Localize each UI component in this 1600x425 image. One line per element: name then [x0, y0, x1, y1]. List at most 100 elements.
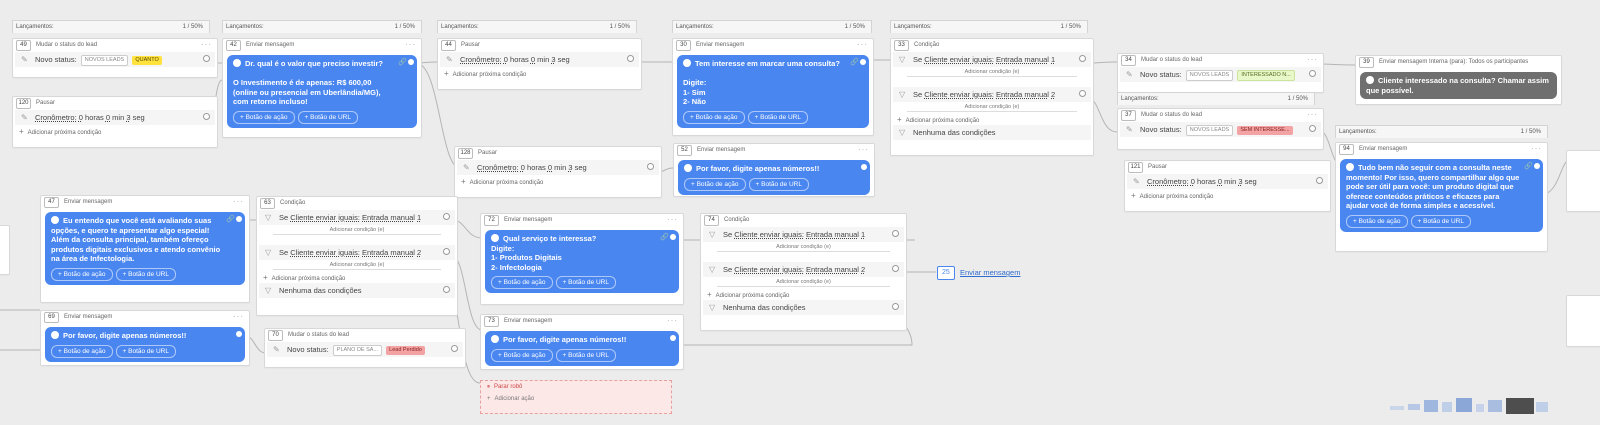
condition-row-2[interactable]: ▽ Se Cliente enviar iguais: Entrada manu… [259, 245, 455, 260]
more-icon[interactable]: ··· [1307, 108, 1318, 121]
condition-field[interactable]: Cliente enviar iguais: [924, 55, 994, 64]
output-port[interactable] [892, 303, 899, 310]
node-121[interactable]: 121 Pausar ✎ Cronômetro: 0 horas 0 min 3 … [1124, 160, 1331, 212]
add-url-button[interactable]: + Botão de URL [748, 177, 809, 191]
paperclip-icon[interactable]: 🔗 [850, 58, 859, 68]
add-action-button[interactable]: + Botão de ação [683, 110, 745, 124]
message-bubble[interactable]: Por favor, digite apenas números!! + Bot… [678, 160, 870, 195]
paperclip-icon[interactable]: 🔗 [1524, 162, 1533, 172]
condition-row-1[interactable]: ▽ Se Cliente enviar iguais: Entrada manu… [893, 52, 1091, 67]
add-url-button[interactable]: + Botão de URL [115, 344, 176, 358]
timer-hours[interactable]: 0 [521, 163, 525, 172]
add-action-button[interactable]: + Botão de ação [491, 276, 553, 289]
add-url-button[interactable]: + Botão de URL [297, 110, 358, 124]
timer-seconds[interactable]: 3 [1238, 177, 1242, 186]
output-port[interactable] [670, 234, 676, 240]
message-bubble[interactable]: Por favor, digite apenas números!! + Bot… [485, 331, 679, 366]
timer-minutes[interactable]: 0 [548, 163, 552, 172]
more-icon[interactable]: ··· [405, 38, 416, 51]
paperclip-icon[interactable]: 🔗 [398, 58, 407, 68]
output-port[interactable] [236, 216, 242, 222]
output-port[interactable] [443, 213, 450, 220]
add-action-button[interactable]: + Botão de ação [51, 344, 113, 358]
message-bubble[interactable]: 🔗 Dr. qual é o valor que preciso investi… [227, 55, 417, 128]
message-bubble[interactable]: 🔗 Eu entendo que você está avaliando sua… [45, 212, 245, 285]
output-port[interactable] [443, 248, 450, 255]
message-bubble[interactable]: 🔗 Tem interesse em marcar uma consulta? … [677, 55, 869, 128]
output-port[interactable] [670, 335, 676, 341]
timer-row[interactable]: ✎ Cronômetro: 0 horas 0 min 3 seg [15, 110, 215, 125]
paperclip-icon[interactable]: 🔗 [226, 215, 235, 225]
condition-field[interactable]: Cliente enviar iguais: [924, 90, 994, 99]
add-subcondition-button[interactable]: Adicionar condição (e) [907, 68, 1077, 77]
condition-number[interactable]: 2 [1051, 90, 1055, 99]
node-120[interactable]: 120 Pausar ✎ Cronômetro: 0 horas 0 min 3 … [12, 96, 218, 148]
timer-row[interactable]: ✎ Cronômetro: 0 horas 0 min 3 seg [1127, 174, 1328, 189]
minimap[interactable] [1390, 396, 1550, 416]
timer-minutes[interactable]: 0 [531, 55, 535, 64]
add-subcondition-button[interactable]: Adicionar condição (e) [273, 261, 441, 270]
condition-number[interactable]: 2 [861, 265, 865, 274]
node-33[interactable]: 33 Condição ▽ Se Cliente enviar iguais: E… [890, 38, 1094, 156]
status-value[interactable]: QUANTO [132, 55, 162, 65]
message-target[interactable]: Todos os participantes [1469, 59, 1529, 65]
output-port[interactable] [1534, 163, 1540, 169]
more-icon[interactable]: ··· [1307, 53, 1318, 66]
more-icon[interactable]: ··· [858, 143, 869, 156]
timer-minutes[interactable]: 0 [106, 113, 110, 122]
status-value[interactable]: INTERESSADO N... [1237, 69, 1295, 81]
condition-value[interactable]: Entrada manual [996, 90, 1049, 99]
timer-hours[interactable]: 0 [504, 55, 508, 64]
output-port[interactable] [861, 164, 867, 170]
add-url-button[interactable]: + Botão de URL [555, 348, 616, 362]
condition-row-2[interactable]: ▽ Se Cliente enviar iguais: Entrada manu… [893, 87, 1091, 102]
node-74[interactable]: 74 Condição ▽ Se Cliente enviar iguais: E… [700, 213, 907, 331]
internal-message-bubble[interactable]: Cliente interessado na consulta? Chamar … [1360, 72, 1557, 99]
output-port[interactable] [1309, 125, 1316, 132]
condition-value[interactable]: Entrada manual [806, 230, 859, 239]
output-port[interactable] [892, 265, 899, 272]
status-row[interactable]: ✎ Novo status: NOVOS LEADS INTERESSADO N… [1120, 67, 1321, 82]
add-url-button[interactable]: + Botão de URL [1410, 214, 1471, 228]
node-44[interactable]: 44 Pausar ✎ Cronômetro: 0 horas 0 min 3 s… [437, 38, 642, 90]
node-63[interactable]: 63 Condição ▽ Se Cliente enviar iguais: E… [256, 196, 458, 316]
add-condition-button[interactable]: + Adicionar próxima condição [701, 289, 906, 300]
add-action-button[interactable]: + Botão de ação [51, 267, 113, 281]
more-icon[interactable]: ··· [233, 310, 244, 323]
node-47[interactable]: 47 Enviar mensagem ··· 🔗 Eu entendo que vo… [40, 195, 250, 303]
timer-row[interactable]: ✎ Cronômetro: 0 horas 0 min 3 seg [457, 160, 659, 175]
add-subcondition-button[interactable]: Adicionar condição (e) [273, 226, 441, 235]
output-port[interactable] [451, 345, 458, 352]
more-icon[interactable]: ··· [667, 314, 678, 327]
condition-row-2[interactable]: ▽ Se Cliente enviar iguais: Entrada manu… [703, 262, 904, 277]
add-action-button[interactable]: + Botão de ação [684, 177, 746, 191]
message-bubble[interactable]: 🔗 Qual serviço te interessa? Digite: 1- … [485, 230, 679, 293]
add-subcondition-button[interactable]: Adicionar condição (e) [907, 103, 1077, 112]
more-icon[interactable]: ··· [667, 213, 678, 226]
status-row[interactable]: ✎ Novo status: NOVOS LEADS SEM INTERESSE… [1120, 122, 1321, 137]
output-port[interactable] [443, 286, 450, 293]
output-port[interactable] [408, 59, 414, 65]
node-42[interactable]: 42 Enviar mensagem ··· 🔗 Dr. qual é o valo… [222, 38, 422, 138]
timer-seconds[interactable]: 3 [568, 163, 572, 172]
flow-canvas[interactable]: Lançamentos: 1 / 50% 49 Mudar o status do… [0, 0, 1600, 425]
output-port[interactable] [647, 163, 654, 170]
condition-field[interactable]: Cliente enviar iguais: [290, 248, 360, 257]
node-70[interactable]: 70 Mudar o status do lead ✎ Novo status: … [264, 328, 466, 368]
node-39[interactable]: 39 Enviar mensagem Interna (para): Todos … [1355, 55, 1562, 105]
node-72[interactable]: 72 Enviar mensagem ··· 🔗 Qual serviço te i… [480, 213, 684, 305]
message-bubble[interactable]: 🔗 Tudo bem não seguir com a consulta nes… [1340, 159, 1543, 232]
add-action-button[interactable]: + Adicionar ação [481, 394, 671, 404]
condition-value[interactable]: Entrada manual [362, 248, 415, 257]
timer-row[interactable]: ✎ Cronômetro: 0 horas 0 min 3 seg [440, 52, 639, 67]
node-73[interactable]: 73 Enviar mensagem ··· Por favor, digite a… [480, 314, 684, 370]
node-94[interactable]: 94 Enviar mensagem ··· 🔗 Tudo bem não segu… [1335, 142, 1548, 252]
output-port[interactable] [860, 59, 866, 65]
timer-minutes[interactable]: 0 [1218, 177, 1222, 186]
condition-number[interactable]: 1 [861, 230, 865, 239]
node-30[interactable]: 30 Enviar mensagem ··· 🔗 Tem interesse em … [672, 38, 874, 136]
goto-node-link[interactable]: Enviar mensagem [960, 268, 1020, 277]
condition-number[interactable]: 1 [1051, 55, 1055, 64]
add-url-button[interactable]: + Botão de URL [747, 110, 808, 124]
more-icon[interactable]: ··· [233, 195, 244, 208]
